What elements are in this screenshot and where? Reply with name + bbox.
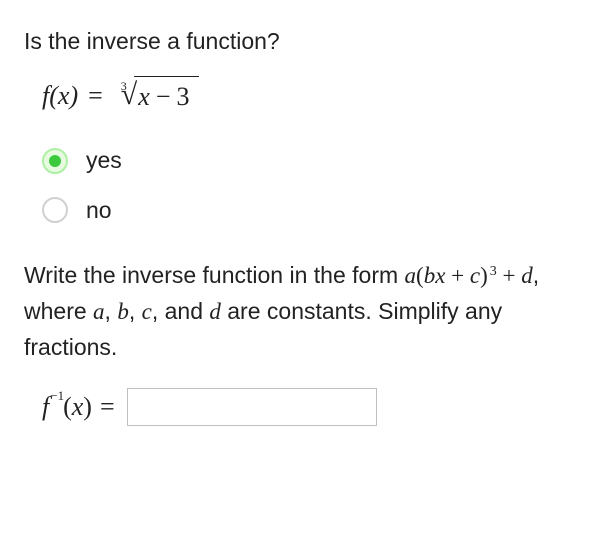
formula-equals: =: [88, 76, 103, 116]
radio-options: yes no: [42, 143, 576, 228]
question1-text: Is the inverse a function?: [24, 28, 280, 54]
formula-fn: f: [42, 76, 49, 116]
cube-root: 3 √ x−3: [115, 76, 200, 117]
q2-const-a: a: [93, 299, 105, 324]
option-yes-label: yes: [86, 143, 122, 179]
q2-const-d: d: [209, 299, 221, 324]
answer-exp: −1: [50, 386, 64, 406]
formula-close: ): [69, 76, 78, 116]
option-yes[interactable]: yes: [42, 143, 576, 179]
q2-pre: Write the inverse function in the form: [24, 262, 405, 288]
answer-close: ): [83, 387, 92, 427]
q2-sep2: ,: [129, 298, 142, 324]
function-formula: f(x) = 3 √ x−3: [42, 76, 576, 117]
radicand-op: −: [156, 82, 171, 111]
radio-no[interactable]: [42, 197, 68, 223]
q2-close: ): [480, 263, 488, 288]
formula-open: (: [49, 76, 58, 116]
inverse-function-input[interactable]: [127, 388, 377, 426]
formula-var: x: [58, 76, 70, 116]
question-write-inverse: Write the inverse function in the form a…: [24, 258, 576, 365]
answer-fn: f: [42, 387, 49, 427]
q2-x: x: [435, 263, 445, 288]
q2-sep1: ,: [105, 298, 118, 324]
radio-yes[interactable]: [42, 148, 68, 174]
answer-row: f−1(x) =: [42, 387, 576, 427]
answer-open: (: [63, 387, 72, 427]
q2-exp: 3: [490, 264, 497, 279]
q2-const-b: b: [117, 299, 129, 324]
q2-form: a(bx + c)3 + d: [405, 263, 533, 288]
q2-a: a: [405, 263, 417, 288]
answer-var: x: [72, 387, 84, 427]
question-is-inverse-function: Is the inverse a function?: [24, 24, 576, 60]
radicand-const: 3: [176, 82, 189, 111]
radicand-var: x: [138, 82, 150, 111]
q2-open: (: [416, 263, 424, 288]
page: Is the inverse a function? f(x) = 3 √ x−…: [0, 0, 600, 427]
q2-sep3: , and: [152, 298, 210, 324]
q2-b: b: [424, 263, 436, 288]
radical-icon: √: [121, 80, 137, 110]
q2-const-c: c: [142, 299, 152, 324]
option-no[interactable]: no: [42, 193, 576, 229]
q2-c: c: [470, 263, 480, 288]
radicand: x−3: [134, 76, 199, 117]
answer-equals: =: [100, 387, 115, 427]
option-no-label: no: [86, 193, 112, 229]
q2-d: d: [521, 263, 533, 288]
q2-plus: +: [445, 263, 469, 288]
q2-plus2: +: [497, 263, 521, 288]
